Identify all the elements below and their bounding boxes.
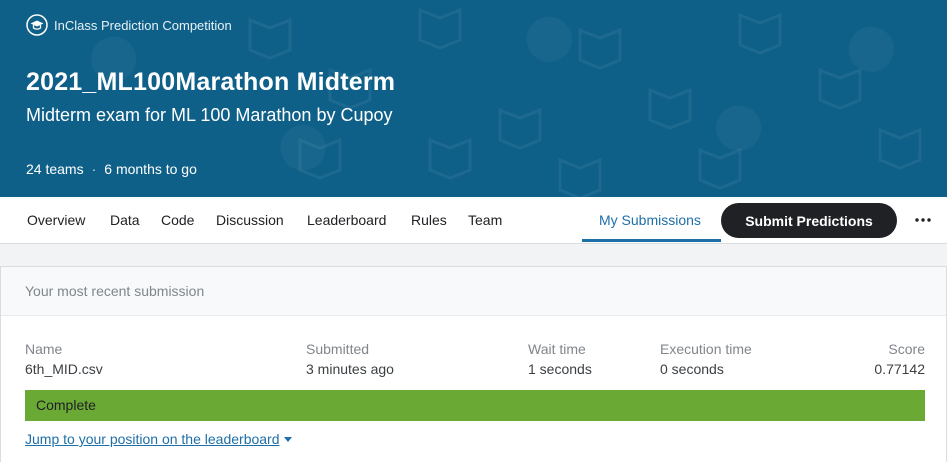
wait-time-label: Wait time	[528, 341, 586, 357]
submission-execution-time: Execution time 0 seconds	[660, 341, 752, 381]
card-header-label: Your most recent submission	[25, 283, 205, 299]
competition-header: InClass Prediction Competition 2021_ML10…	[0, 0, 947, 197]
active-tab-indicator	[582, 239, 721, 242]
competition-type-label: InClass Prediction Competition	[54, 17, 232, 33]
more-horizontal-icon[interactable]	[912, 208, 934, 232]
submission-submitted: Submitted 3 minutes ago	[306, 341, 394, 381]
tab-leaderboard[interactable]: Leaderboard	[307, 197, 386, 243]
submit-predictions-button[interactable]: Submit Predictions	[721, 203, 897, 238]
caret-down-icon	[283, 436, 292, 442]
competition-meta: 24 teams · 6 months to go	[26, 161, 197, 177]
name-label: Name	[25, 341, 63, 357]
tab-overview[interactable]: Overview	[27, 197, 85, 243]
submission-wait-time: Wait time 1 seconds	[528, 341, 592, 381]
submitted-value: 3 minutes ago	[306, 361, 394, 377]
tab-team[interactable]: Team	[468, 197, 502, 243]
wait-time-value: 1 seconds	[528, 361, 592, 377]
more-dots-glyph	[915, 218, 931, 222]
tab-code[interactable]: Code	[161, 197, 194, 243]
score-label: Score	[888, 341, 925, 357]
meta-separator: ·	[91, 161, 97, 177]
submission-name: Name 6th_MID.csv	[25, 341, 103, 381]
submission-score: Score 0.77142	[874, 341, 925, 381]
score-value: 0.77142	[874, 361, 925, 377]
status-badge: Complete	[25, 390, 925, 421]
competition-type: InClass Prediction Competition	[26, 14, 232, 36]
recent-submission-card: Your most recent submission Name 6th_MID…	[0, 266, 947, 462]
jump-link-label: Jump to your position on the leaderboard	[25, 431, 280, 447]
graduation-cap-icon	[26, 14, 48, 36]
execution-time-label: Execution time	[660, 341, 752, 357]
competition-title: 2021_ML100Marathon Midterm	[26, 68, 396, 96]
tab-my-submissions[interactable]: My Submissions	[599, 197, 701, 243]
tab-data[interactable]: Data	[110, 197, 140, 243]
teams-count: 24 teams	[26, 161, 84, 177]
competition-subtitle: Midterm exam for ML 100 Marathon by Cupo…	[26, 105, 393, 125]
name-value: 6th_MID.csv	[25, 361, 103, 377]
tab-rules[interactable]: Rules	[411, 197, 447, 243]
jump-to-leaderboard-link[interactable]: Jump to your position on the leaderboard	[25, 431, 292, 447]
card-header: Your most recent submission	[1, 267, 946, 316]
execution-time-value: 0 seconds	[660, 361, 724, 377]
deadline: 6 months to go	[104, 161, 197, 177]
tab-discussion[interactable]: Discussion	[216, 197, 284, 243]
submitted-label: Submitted	[306, 341, 370, 357]
